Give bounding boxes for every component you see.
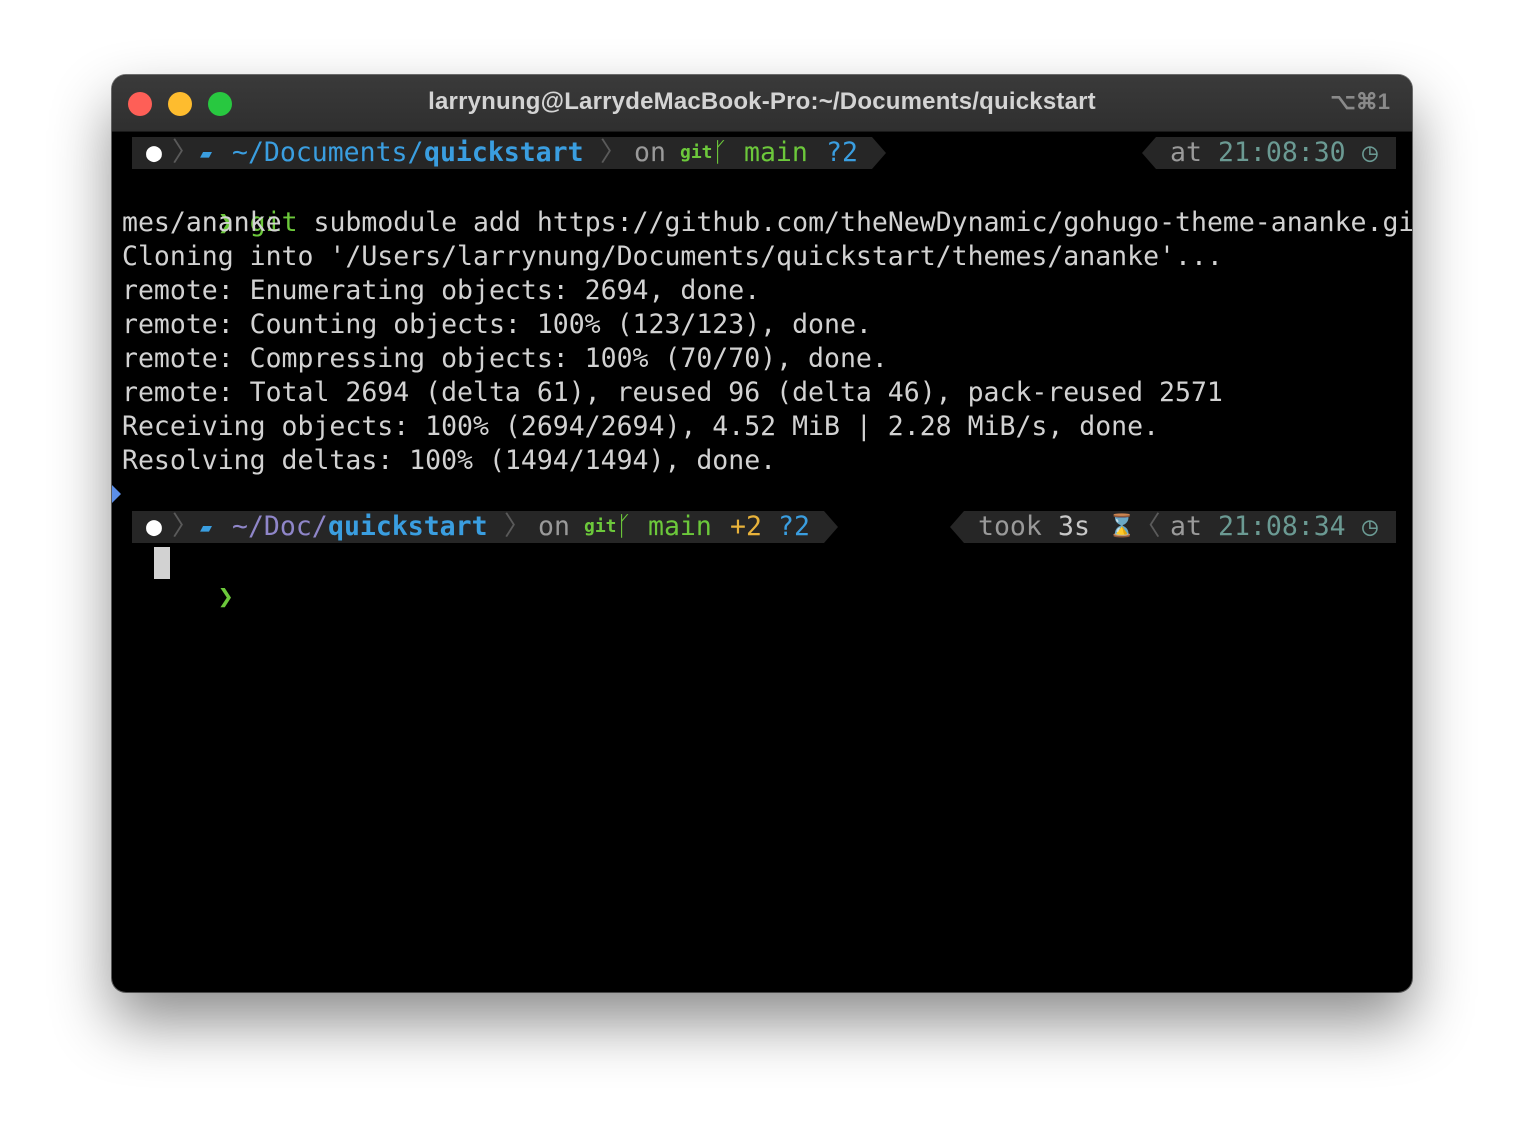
path-prefix: ~/Doc/ (232, 511, 328, 542)
input-line[interactable]: ❯ (122, 546, 250, 612)
output-line: remote: Total 2694 (delta 61), reused 96… (122, 377, 1223, 408)
prompt-chevron-icon: ❯ (217, 581, 234, 612)
terminal-content[interactable]: ● 〉 ▰ ~/Documents/ quickstart 〉 on git ᚴ… (112, 133, 1412, 992)
clock-icon: ◷ (1362, 511, 1378, 542)
on-label: on (538, 511, 570, 542)
apple-icon: ● (146, 137, 162, 168)
separator-chevron-icon: 〉 (172, 511, 199, 542)
staged-count: +2 (730, 511, 762, 542)
hourglass-icon: ⌛ (1108, 514, 1136, 539)
prompt-left-segment: ● 〉 ▰ ~/Doc/ quickstart 〉 on git ᚴ main … (132, 511, 838, 543)
duration-value: 3s (1058, 511, 1090, 542)
branch-name: main (648, 511, 712, 542)
output-line: Receiving objects: 100% (2694/2694), 4.5… (122, 411, 1160, 442)
git-icon: git (680, 142, 713, 163)
git-icon: git (584, 516, 617, 537)
folder-icon: ▰ (200, 515, 213, 539)
output-line: remote: Counting objects: 100% (123/123)… (122, 309, 872, 340)
apple-icon: ● (146, 511, 162, 542)
output-line: remote: Compressing objects: 100% (70/70… (122, 343, 888, 374)
path-directory: quickstart (328, 511, 488, 542)
prompt-right-segment: 〈 at 21:08:34 ◷ (1134, 511, 1396, 543)
prompt-time: 21:08:30 (1218, 137, 1346, 168)
branch-icon: ᚴ (616, 511, 632, 542)
path-directory: quickstart (424, 137, 584, 168)
title-bar: larrynung@LarrydeMacBook-Pro:~/Documents… (112, 75, 1412, 132)
window-title: larrynung@LarrydeMacBook-Pro:~/Documents… (428, 88, 1096, 115)
output-line: remote: Enumerating objects: 2694, done. (122, 275, 761, 306)
output-line: Resolving deltas: 100% (1494/1494), done… (122, 445, 777, 476)
tab-shortcut-label: ⌥⌘1 (1330, 89, 1390, 114)
at-label: at (1170, 511, 1202, 542)
command-args: submodule add https://github.com/theNewD… (297, 207, 1413, 238)
folder-icon: ▰ (200, 141, 213, 165)
command-line: ❯ git submodule add https://github.com/t… (122, 172, 1412, 238)
text-cursor (154, 547, 170, 579)
took-label: took (978, 511, 1042, 542)
untracked-count: ?2 (778, 511, 810, 542)
prompt-time: 21:08:34 (1218, 511, 1346, 542)
clock-icon: ◷ (1362, 137, 1378, 168)
branch-icon: ᚴ (712, 137, 728, 168)
prompt-duration-segment: took 3s ⌛ (950, 511, 1136, 543)
separator-chevron-icon: 〉 (504, 511, 531, 542)
at-label: at (1170, 137, 1202, 168)
separator-chevron-left-icon: 〈 (1134, 511, 1161, 542)
prompt-right-segment: at 21:08:30 ◷ (1142, 137, 1396, 169)
branch-name: main (744, 137, 808, 168)
command-line-wrap: mes/ananke (122, 207, 282, 238)
separator-chevron-icon: 〉 (600, 137, 627, 168)
separator-chevron-icon: 〉 (172, 137, 199, 168)
terminal-window: larrynung@LarrydeMacBook-Pro:~/Documents… (112, 75, 1412, 992)
output-line: Cloning into '/Users/larrynung/Documents… (122, 241, 1223, 272)
prompt-left-segment: ● 〉 ▰ ~/Documents/ quickstart 〉 on git ᚴ… (132, 137, 886, 169)
path-prefix: ~/Documents/ (232, 137, 424, 168)
mark-indicator-icon (112, 485, 121, 503)
on-label: on (634, 137, 666, 168)
untracked-count: ?2 (826, 137, 858, 168)
